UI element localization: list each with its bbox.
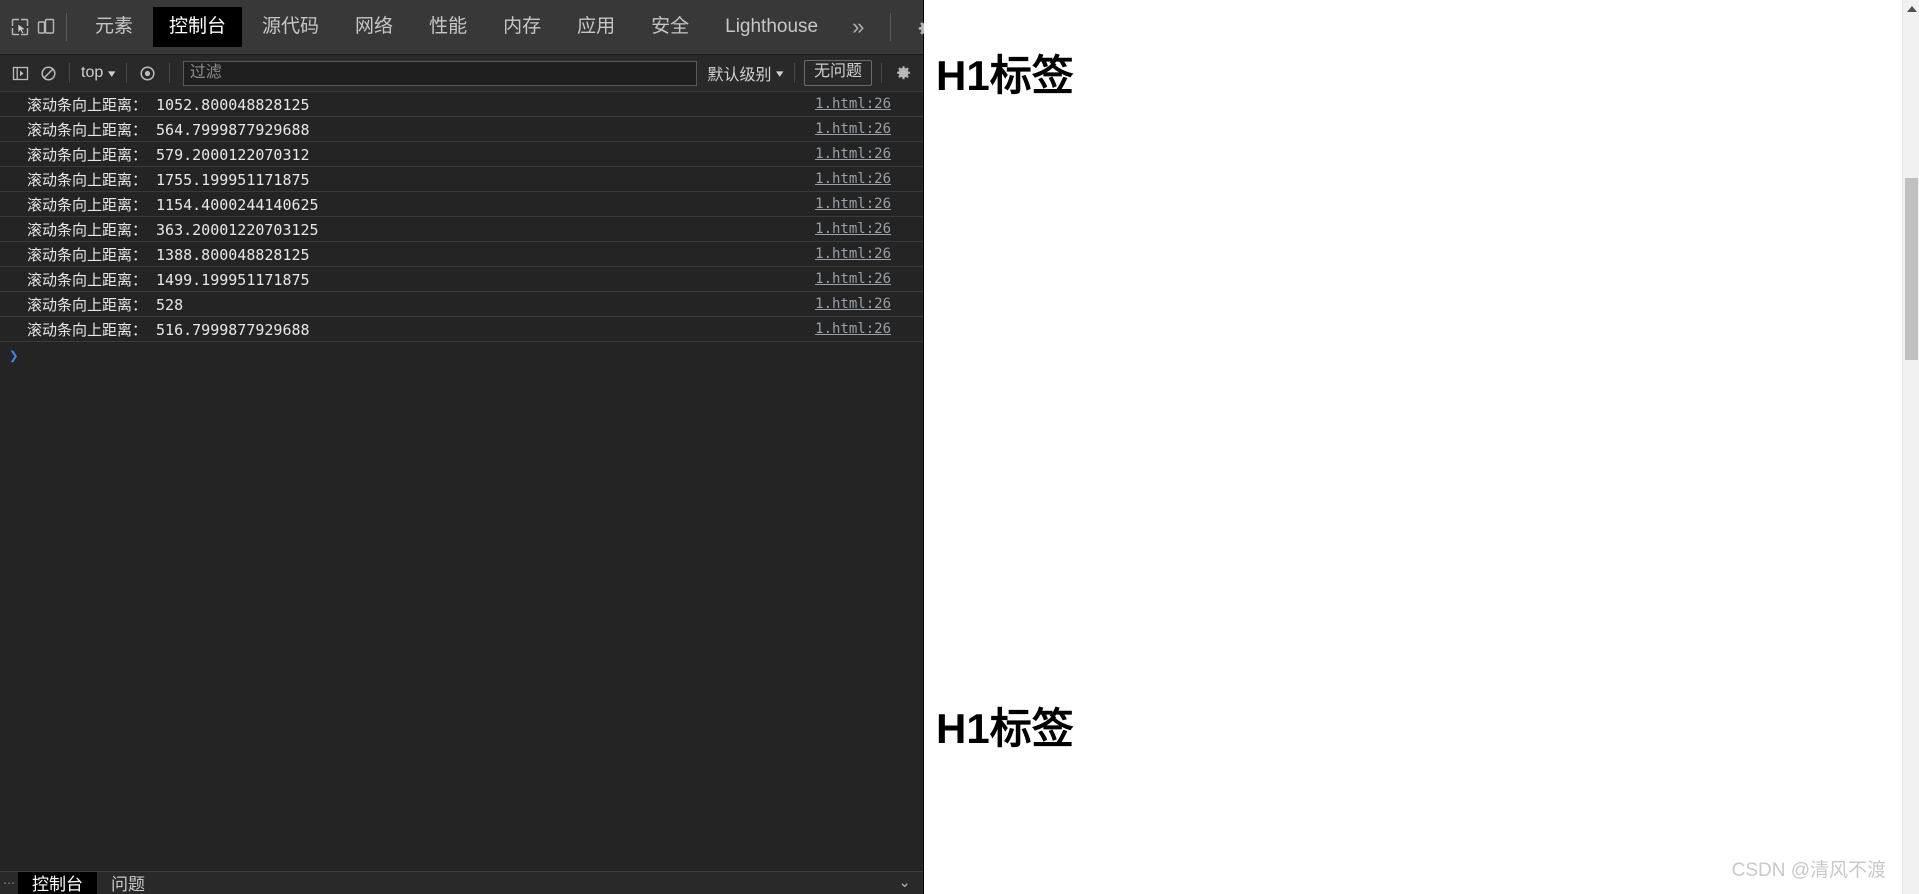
console-filter-input[interactable]	[182, 60, 698, 86]
more-tabs-button[interactable]: »	[838, 11, 878, 43]
drawer-tab-console[interactable]: 控制台	[18, 872, 97, 894]
console-message-list[interactable]: 滚动条向上距离： 1052.800048828125 1.html:26 滚动条…	[0, 92, 923, 871]
clear-console-icon[interactable]	[34, 60, 62, 86]
tab-elements[interactable]: 元素	[79, 7, 149, 47]
console-message-text: 滚动条向上距离： 1755.199951171875	[27, 170, 310, 189]
filterbar-divider-2	[125, 63, 127, 83]
tab-network[interactable]: 网络	[339, 7, 409, 47]
console-message-text: 滚动条向上距离： 1388.800048828125	[27, 245, 310, 264]
scrollbar-thumb[interactable]	[1905, 178, 1918, 360]
console-prompt[interactable]: ❯	[0, 342, 923, 368]
page-heading-2: H1标签	[936, 705, 1074, 752]
devtools-drawer: ⋯ 控制台 问题 ⌄	[0, 871, 923, 894]
console-message-source-link[interactable]: 1.html:26	[815, 146, 915, 162]
chevron-down-icon: ▾	[108, 67, 116, 80]
console-message-text: 滚动条向上距离： 1499.199951171875	[27, 270, 310, 289]
csdn-watermark: CSDN @清风不渡	[1731, 860, 1886, 881]
console-filter-toolbar: top ▾ 默认级别 ▾ 无问题	[0, 55, 923, 92]
tab-sources[interactable]: 源代码	[246, 7, 335, 47]
execution-context-label: top	[81, 64, 104, 81]
console-message-text: 滚动条向上距离： 564.7999877929688	[27, 120, 310, 139]
issues-status-button[interactable]: 无问题	[803, 60, 872, 86]
filterbar-divider-4	[793, 63, 795, 83]
console-message-text: 滚动条向上距离： 1154.4000244140625	[27, 195, 319, 214]
console-message-row[interactable]: 滚动条向上距离： 363.20001220703125 1.html:26	[0, 217, 923, 242]
tabbar-divider	[66, 13, 67, 41]
tab-application[interactable]: 应用	[561, 7, 631, 47]
console-message-source-link[interactable]: 1.html:26	[815, 246, 915, 262]
filterbar-divider-5	[881, 63, 882, 83]
devtools-panel: 元素 控制台 源代码 网络 性能 内存 应用 安全 Lighthouse » t…	[0, 0, 1021, 894]
console-message-row[interactable]: 滚动条向上距离： 528 1.html:26	[0, 292, 923, 317]
live-expression-icon[interactable]	[134, 60, 162, 86]
drawer-close-chevron-icon[interactable]: ⌄	[886, 872, 923, 894]
console-settings-gear-icon[interactable]	[889, 60, 917, 86]
tab-performance[interactable]: 性能	[413, 7, 483, 47]
console-message-row[interactable]: 滚动条向上距离： 1154.4000244140625 1.html:26	[0, 192, 923, 217]
drawer-handle-dots-icon[interactable]: ⋯	[0, 872, 18, 894]
console-message-text: 滚动条向上距离： 528	[27, 295, 184, 314]
console-message-source-link[interactable]: 1.html:26	[815, 196, 915, 212]
console-message-source-link[interactable]: 1.html:26	[815, 96, 915, 112]
console-message-row[interactable]: 滚动条向上距离： 579.2000122070312 1.html:26	[0, 142, 923, 167]
console-message-row[interactable]: 滚动条向上距离： 1755.199951171875 1.html:26	[0, 167, 923, 192]
prompt-caret-icon: ❯	[9, 345, 19, 365]
console-message-row[interactable]: 滚动条向上距离： 1388.800048828125 1.html:26	[0, 242, 923, 267]
tab-memory[interactable]: 内存	[487, 7, 557, 47]
console-message-source-link[interactable]: 1.html:26	[815, 296, 915, 312]
screen: 元素 控制台 源代码 网络 性能 内存 应用 安全 Lighthouse » t…	[0, 0, 1919, 894]
console-message-text: 滚动条向上距离： 516.7999877929688	[27, 320, 310, 339]
console-message-source-link[interactable]: 1.html:26	[815, 321, 915, 337]
devtools-tabbar: 元素 控制台 源代码 网络 性能 内存 应用 安全 Lighthouse »	[0, 0, 1021, 55]
chevron-down-icon: ▾	[776, 67, 784, 80]
console-message-source-link[interactable]: 1.html:26	[815, 121, 915, 137]
console-message-row[interactable]: 滚动条向上距离： 564.7999877929688 1.html:26	[0, 117, 923, 142]
inspect-cursor-icon[interactable]	[10, 8, 30, 46]
device-toolbar-icon[interactable]	[36, 8, 56, 46]
console-message-row[interactable]: 滚动条向上距离： 516.7999877929688 1.html:26	[0, 317, 923, 342]
console-message-source-link[interactable]: 1.html:26	[815, 171, 915, 187]
browser-page-viewport: H1标签 H1标签 CSDN @清风不渡	[924, 0, 1919, 894]
filterbar-divider-1	[69, 63, 70, 83]
page-scrollbar[interactable]	[1902, 0, 1919, 894]
tabbar-right-divider	[890, 13, 892, 41]
console-message-row[interactable]: 滚动条向上距离： 1499.199951171875 1.html:26	[0, 267, 923, 292]
page-heading-1: H1标签	[936, 52, 1074, 99]
show-console-sidebar-icon[interactable]	[6, 60, 34, 86]
scroll-up-arrow-icon[interactable]	[1903, 0, 1919, 17]
page-content: H1标签 H1标签 CSDN @清风不渡	[924, 0, 1902, 894]
log-levels-dropdown[interactable]: 默认级别 ▾	[703, 61, 787, 85]
tab-security[interactable]: 安全	[635, 7, 705, 47]
console-message-source-link[interactable]: 1.html:26	[815, 271, 915, 287]
tab-lighthouse[interactable]: Lighthouse	[709, 7, 834, 47]
console-message-text: 滚动条向上距离： 363.20001220703125	[27, 220, 319, 239]
console-message-row[interactable]: 滚动条向上距离： 1052.800048828125 1.html:26	[0, 92, 923, 117]
console-message-source-link[interactable]: 1.html:26	[815, 221, 915, 237]
tab-console[interactable]: 控制台	[153, 7, 243, 47]
execution-context-selector[interactable]: top ▾	[77, 64, 119, 82]
console-message-text: 滚动条向上距离： 1052.800048828125	[27, 95, 310, 114]
console-message-text: 滚动条向上距离： 579.2000122070312	[27, 145, 310, 164]
drawer-tab-issues[interactable]: 问题	[97, 872, 159, 894]
filterbar-divider-3	[168, 63, 170, 83]
log-levels-label: 默认级别	[707, 67, 772, 84]
